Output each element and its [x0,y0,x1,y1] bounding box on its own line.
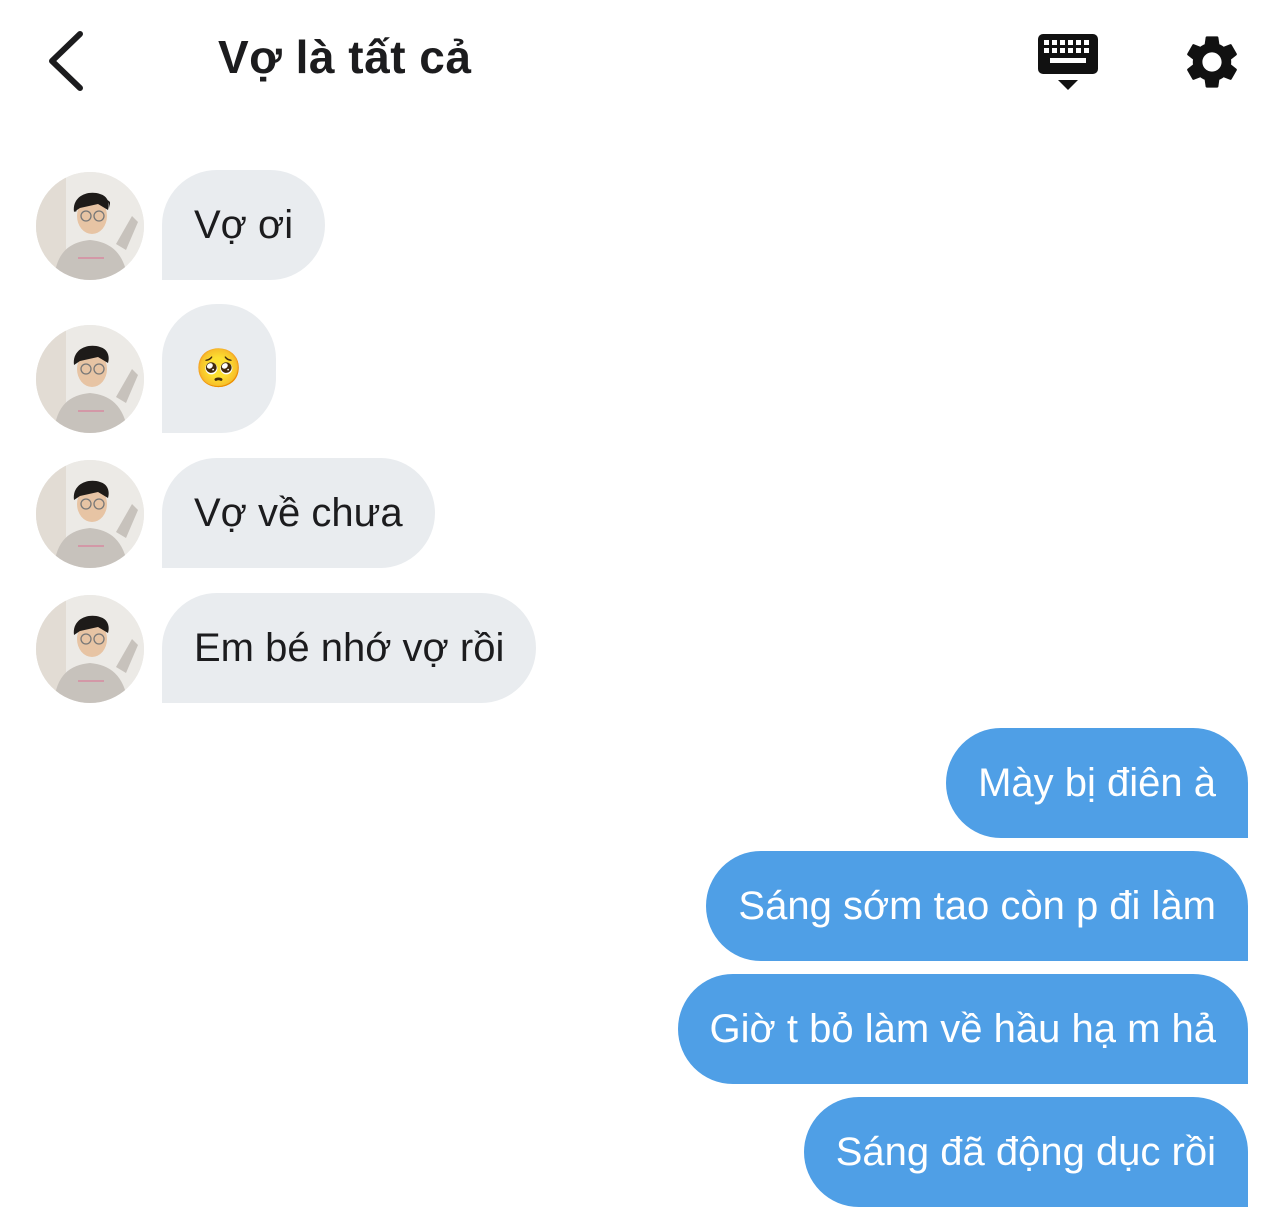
avatar-photo [36,595,144,703]
chevron-left-icon [49,31,83,91]
avatar[interactable] [36,172,144,280]
gear-icon [1187,36,1237,88]
message-text: Sáng đã động dục rồi [835,1130,1216,1174]
message-bubble-outgoing[interactable]: Giờ t bỏ làm về hầu hạ m hả [677,974,1248,1084]
message-bubble-incoming[interactable]: Em bé nhớ vợ rồi [162,593,537,703]
message-text: Mày bị điên à [978,761,1216,805]
message-bubble-incoming[interactable]: Vợ ơi [162,170,326,280]
message-text: Vợ về chưa [194,491,403,535]
avatar-photo [36,460,144,568]
message-bubble-outgoing[interactable]: Sáng đã động dục rồi [803,1097,1248,1207]
keyboard-button[interactable] [1034,30,1102,96]
message-bubble-incoming[interactable]: 🥺 [162,304,276,433]
message-bubble-incoming[interactable]: Vợ về chưa [162,458,435,568]
message-emoji: 🥺 [195,347,243,390]
back-button[interactable] [40,28,100,94]
chat-header: Vợ là tất cả [0,0,1284,130]
message-text: Giờ t bỏ làm về hầu hạ m hả [709,1007,1216,1051]
avatar-photo [36,325,144,433]
avatar[interactable] [36,325,144,433]
chat-title: Vợ là tất cả [218,31,472,83]
avatar-photo [36,172,144,280]
message-text: Vợ ơi [194,203,294,247]
message-bubble-outgoing[interactable]: Mày bị điên à [946,728,1248,838]
keyboard-icon [1038,34,1098,90]
settings-button[interactable] [1180,30,1244,94]
avatar[interactable] [36,595,144,703]
avatar[interactable] [36,460,144,568]
message-text: Em bé nhớ vợ rồi [194,626,505,670]
message-text: Sáng sớm tao còn p đi làm [738,884,1216,928]
message-bubble-outgoing[interactable]: Sáng sớm tao còn p đi làm [706,851,1248,961]
